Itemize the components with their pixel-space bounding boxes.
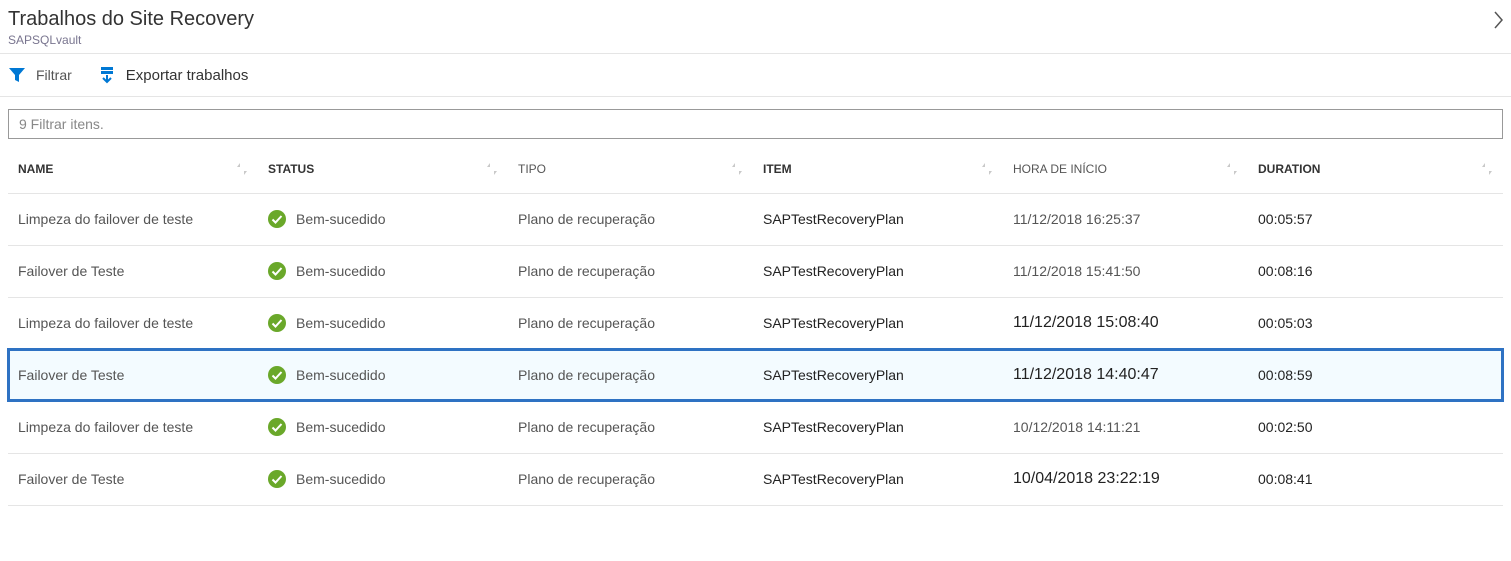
sort-icon <box>1226 162 1238 176</box>
cell-name: Limpeza do failover de teste <box>8 401 258 453</box>
cell-status: Bem-sucedido <box>258 349 508 401</box>
success-icon <box>268 262 286 280</box>
sort-icon <box>486 162 498 176</box>
table-header-row: NAME STATUS TIPO ITEM HORA DE INÍCIO <box>8 145 1503 193</box>
sort-icon <box>1481 162 1493 176</box>
cell-name: Limpeza do failover de teste <box>8 193 258 245</box>
col-header-status[interactable]: STATUS <box>258 145 508 193</box>
cell-item: SAPTestRecoveryPlan <box>753 453 1003 505</box>
success-icon <box>268 470 286 488</box>
table-row[interactable]: Limpeza do failover de teste Bem-sucedid… <box>8 193 1503 245</box>
cell-status: Bem-sucedido <box>258 401 508 453</box>
chevron-right-icon[interactable] <box>1493 10 1505 30</box>
cell-duration: 00:02:50 <box>1248 401 1503 453</box>
blade-header: Trabalhos do Site Recovery SAPSQLvault <box>0 0 1511 54</box>
cell-tipo: Plano de recuperação <box>508 245 753 297</box>
export-label: Exportar trabalhos <box>126 67 249 84</box>
cell-name: Failover de Teste <box>8 453 258 505</box>
sort-icon <box>981 162 993 176</box>
filter-label: Filtrar <box>36 67 72 83</box>
cell-name: Failover de Teste <box>8 245 258 297</box>
table-row[interactable]: Limpeza do failover de teste Bem-sucedid… <box>8 401 1503 453</box>
cell-tipo: Plano de recuperação <box>508 297 753 349</box>
cell-name: Limpeza do failover de teste <box>8 297 258 349</box>
cell-hora: 11/12/2018 15:08:40 <box>1003 297 1248 349</box>
success-icon <box>268 366 286 384</box>
cell-duration: 00:08:59 <box>1248 349 1503 401</box>
col-header-item[interactable]: ITEM <box>753 145 1003 193</box>
export-icon <box>98 66 116 84</box>
cell-duration: 00:05:57 <box>1248 193 1503 245</box>
cell-hora: 10/04/2018 23:22:19 <box>1003 453 1248 505</box>
page-title: Trabalhos do Site Recovery <box>8 8 1503 31</box>
col-header-hora[interactable]: HORA DE INÍCIO <box>1003 145 1248 193</box>
page-subtitle: SAPSQLvault <box>8 33 1503 47</box>
cell-status: Bem-sucedido <box>258 453 508 505</box>
success-icon <box>268 210 286 228</box>
filter-icon <box>8 66 26 84</box>
col-header-duration[interactable]: DURATION <box>1248 145 1503 193</box>
filter-input-wrap <box>8 109 1503 139</box>
col-header-name[interactable]: NAME <box>8 145 258 193</box>
export-button[interactable]: Exportar trabalhos <box>98 66 249 84</box>
cell-item: SAPTestRecoveryPlan <box>753 193 1003 245</box>
cell-duration: 00:05:03 <box>1248 297 1503 349</box>
cell-duration: 00:08:16 <box>1248 245 1503 297</box>
cell-tipo: Plano de recuperação <box>508 453 753 505</box>
cell-tipo: Plano de recuperação <box>508 349 753 401</box>
cell-item: SAPTestRecoveryPlan <box>753 245 1003 297</box>
toolbar: Filtrar Exportar trabalhos <box>0 54 1511 97</box>
sort-icon <box>731 162 743 176</box>
jobs-table: NAME STATUS TIPO ITEM HORA DE INÍCIO <box>8 145 1503 506</box>
cell-status: Bem-sucedido <box>258 245 508 297</box>
success-icon <box>268 314 286 332</box>
cell-tipo: Plano de recuperação <box>508 193 753 245</box>
cell-hora: 10/12/2018 14:11:21 <box>1003 401 1248 453</box>
cell-tipo: Plano de recuperação <box>508 401 753 453</box>
filter-button[interactable]: Filtrar <box>8 66 72 84</box>
cell-hora: 11/12/2018 16:25:37 <box>1003 193 1248 245</box>
cell-item: SAPTestRecoveryPlan <box>753 401 1003 453</box>
sort-icon <box>236 162 248 176</box>
cell-status: Bem-sucedido <box>258 193 508 245</box>
cell-item: SAPTestRecoveryPlan <box>753 297 1003 349</box>
success-icon <box>268 418 286 436</box>
table-row[interactable]: Failover de Teste Bem-sucedido Plano de … <box>8 453 1503 505</box>
cell-item: SAPTestRecoveryPlan <box>753 349 1003 401</box>
table-row[interactable]: Limpeza do failover de teste Bem-sucedid… <box>8 297 1503 349</box>
cell-hora: 11/12/2018 14:40:47 <box>1003 349 1248 401</box>
cell-name: Failover de Teste <box>8 349 258 401</box>
filter-input[interactable] <box>19 116 1492 132</box>
cell-hora: 11/12/2018 15:41:50 <box>1003 245 1248 297</box>
cell-duration: 00:08:41 <box>1248 453 1503 505</box>
table-row[interactable]: Failover de Teste Bem-sucedido Plano de … <box>8 245 1503 297</box>
cell-status: Bem-sucedido <box>258 297 508 349</box>
col-header-tipo[interactable]: TIPO <box>508 145 753 193</box>
table-row[interactable]: Failover de Teste Bem-sucedido Plano de … <box>8 349 1503 401</box>
